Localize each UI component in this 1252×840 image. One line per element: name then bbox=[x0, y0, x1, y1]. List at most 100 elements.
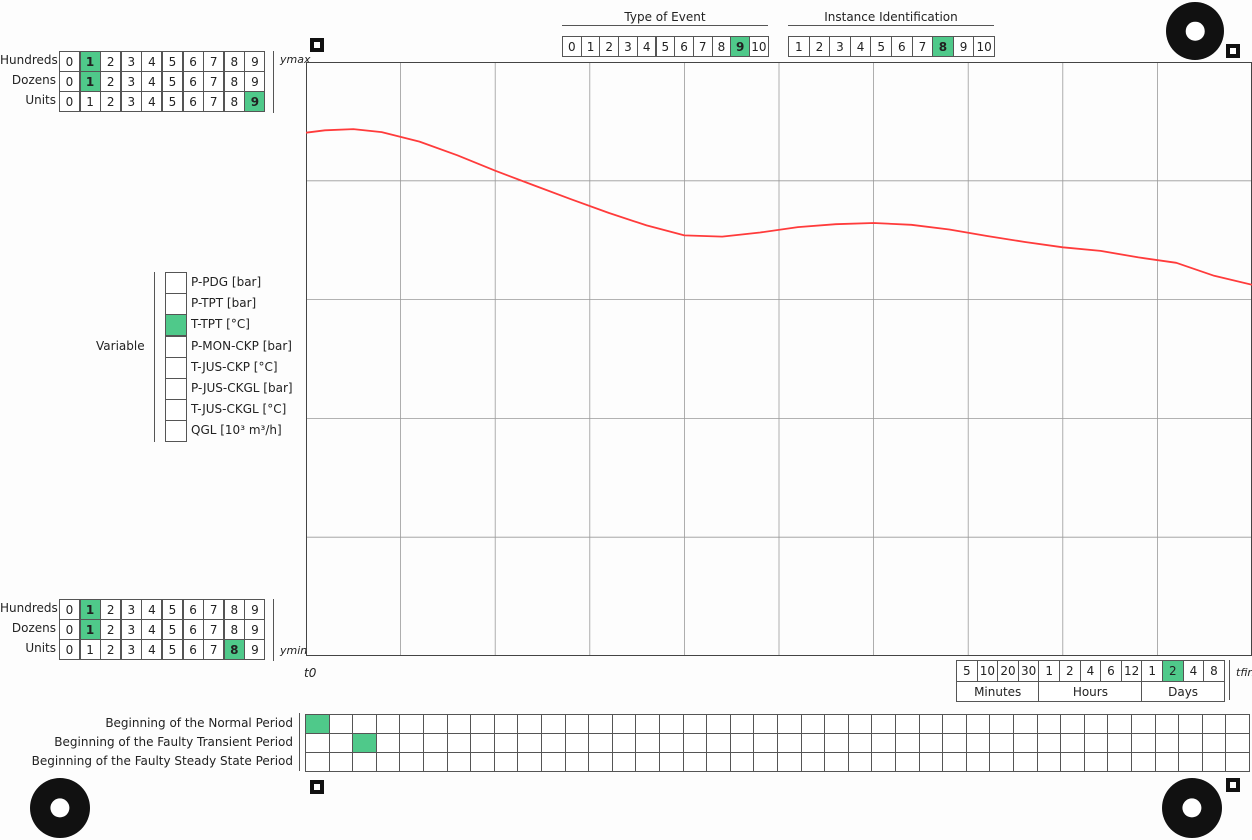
period-cell bbox=[1060, 714, 1085, 734]
period-cell bbox=[1013, 752, 1038, 772]
scale-row-label: Hundreds bbox=[0, 601, 58, 615]
digit-cell: 6 bbox=[182, 71, 204, 92]
period-cell bbox=[564, 714, 590, 734]
period-cell bbox=[824, 714, 849, 734]
t0-label: t0 bbox=[304, 666, 317, 680]
period-cell bbox=[989, 714, 1014, 734]
digit-cell: 9 bbox=[244, 639, 266, 660]
period-cell bbox=[989, 752, 1014, 772]
digit-cell: 6 bbox=[182, 619, 204, 640]
digit-cell: 7 bbox=[203, 71, 225, 92]
digit-cell: 9 bbox=[244, 71, 266, 92]
digit-cell: 9 bbox=[244, 51, 266, 72]
period-cell bbox=[871, 714, 896, 734]
period-cell bbox=[989, 733, 1014, 753]
registration-marker-bottom-right bbox=[1226, 778, 1240, 792]
instance-identification-title: Instance Identification bbox=[824, 10, 958, 24]
period-cell bbox=[706, 733, 731, 753]
period-cell bbox=[1154, 714, 1180, 734]
instance_identification-cell: 8 bbox=[932, 36, 954, 57]
period-cell bbox=[659, 714, 684, 734]
period-cell bbox=[541, 752, 566, 772]
digit-cell: 1 bbox=[79, 51, 101, 72]
period-cell bbox=[800, 752, 826, 772]
period-cell bbox=[847, 714, 873, 734]
period-cell bbox=[1178, 733, 1203, 753]
instance_identification-cell: 4 bbox=[849, 36, 872, 57]
period-cell bbox=[399, 752, 424, 772]
type_of_event-cell: 4 bbox=[636, 36, 657, 57]
type-of-event-rule bbox=[562, 25, 768, 26]
period-cell bbox=[1036, 733, 1062, 753]
instance-identification-rule bbox=[788, 25, 994, 26]
period-cell bbox=[682, 714, 708, 734]
digit-cell: 6 bbox=[182, 51, 204, 72]
tfin-label: tfin bbox=[1236, 666, 1252, 679]
digit-cell: 5 bbox=[162, 619, 183, 640]
type_of_event-cell: 6 bbox=[674, 36, 694, 57]
time-cell: 2 bbox=[1162, 660, 1184, 682]
digit-cell: 1 bbox=[79, 599, 101, 620]
registration-marker-top-left bbox=[310, 38, 324, 52]
instance_identification-cell: 2 bbox=[808, 36, 831, 57]
period-cell bbox=[1131, 714, 1156, 734]
period-cell bbox=[682, 733, 708, 753]
digit-cell: 4 bbox=[141, 619, 163, 640]
periods-bracket bbox=[299, 713, 300, 771]
digit-cell: 1 bbox=[79, 71, 101, 92]
period-cell bbox=[446, 733, 472, 753]
period-cell bbox=[1201, 733, 1227, 753]
period-cell bbox=[1036, 714, 1062, 734]
time-cell: 1 bbox=[1141, 660, 1163, 682]
variable-checkbox bbox=[165, 293, 187, 316]
variable-label: T-TPT [°C] bbox=[191, 317, 250, 332]
period-label: Beginning of the Faulty Transient Period bbox=[54, 735, 293, 749]
type_of_event-cell: 2 bbox=[599, 36, 620, 57]
period-cell bbox=[588, 733, 613, 753]
digit-cell: 8 bbox=[223, 619, 245, 640]
alignment-ring-top-right bbox=[1166, 2, 1224, 60]
period-cell bbox=[517, 752, 542, 772]
period-cell bbox=[895, 733, 920, 753]
period-cell bbox=[470, 714, 495, 734]
period-cell bbox=[965, 733, 991, 753]
digit-cell: 8 bbox=[223, 51, 245, 72]
variable-label: T-JUS-CKGL [°C] bbox=[191, 402, 287, 417]
period-cell bbox=[1107, 733, 1132, 753]
period-cell bbox=[1036, 752, 1062, 772]
variable-label: P-TPT [bar] bbox=[191, 296, 257, 311]
digit-cell: 2 bbox=[100, 71, 122, 92]
period-cell bbox=[588, 752, 613, 772]
digit-cell: 8 bbox=[223, 639, 245, 660]
digit-cell: 3 bbox=[120, 599, 142, 620]
digit-cell: 0 bbox=[59, 619, 80, 640]
period-cell bbox=[352, 752, 377, 772]
period-cell bbox=[1060, 752, 1085, 772]
period-cell bbox=[1083, 714, 1109, 734]
period-cell bbox=[659, 752, 684, 772]
period-cell bbox=[918, 752, 944, 772]
digit-cell: 7 bbox=[203, 51, 225, 72]
digit-cell: 3 bbox=[120, 51, 142, 72]
digit-cell: 2 bbox=[100, 51, 122, 72]
digit-cell: 3 bbox=[120, 91, 142, 112]
type-of-event-title: Type of Event bbox=[624, 10, 706, 24]
period-cell bbox=[611, 733, 637, 753]
time-group-label: Hours bbox=[1038, 681, 1143, 702]
digit-cell: 6 bbox=[182, 599, 204, 620]
period-cell bbox=[942, 714, 967, 734]
period-cell bbox=[682, 752, 708, 772]
digit-cell: 8 bbox=[223, 599, 245, 620]
period-cell bbox=[753, 752, 778, 772]
period-cell bbox=[871, 752, 896, 772]
period-label: Beginning of the Normal Period bbox=[105, 716, 293, 730]
period-cell bbox=[847, 752, 873, 772]
digit-cell: 4 bbox=[141, 599, 163, 620]
type_of_event-cell: 8 bbox=[711, 36, 732, 57]
period-cell bbox=[375, 714, 401, 734]
digit-cell: 8 bbox=[223, 71, 245, 92]
ymin-bracket bbox=[273, 599, 274, 661]
period-cell bbox=[706, 714, 731, 734]
period-cell bbox=[423, 733, 448, 753]
period-cell bbox=[777, 752, 802, 772]
